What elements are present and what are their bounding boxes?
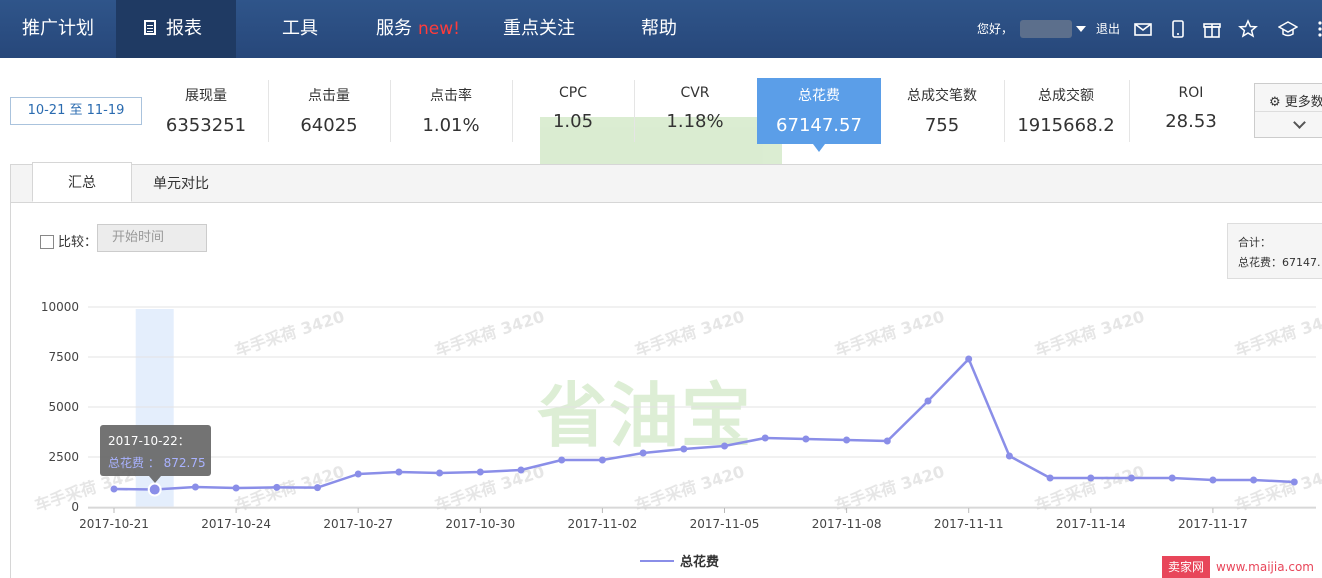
metric-value: 755: [924, 115, 960, 136]
tooltip-date: 2017-10-22：: [108, 434, 190, 448]
compare-label: 比较：: [58, 235, 98, 250]
compare-checkbox[interactable]: 比较：: [40, 231, 97, 250]
nav-label: 工具: [282, 18, 318, 39]
metric-label: ROI: [1178, 85, 1204, 101]
chevron-down-icon[interactable]: [1076, 26, 1086, 32]
nav-label: 推广计划: [22, 18, 94, 39]
new-badge: new!: [418, 19, 460, 39]
summary-total: 总花费：67147.: [1238, 256, 1321, 269]
metric-label: CPC: [559, 85, 587, 101]
gift-icon[interactable]: [1202, 19, 1222, 39]
summary-title: 合计：: [1238, 236, 1271, 249]
tab-summary[interactable]: 汇总: [32, 162, 132, 202]
metric-value: 6353251: [165, 115, 247, 136]
legend-label: 总花费: [680, 555, 720, 570]
metric-cpc[interactable]: CPC 1.05: [512, 78, 634, 144]
tooltip-value: 总花费 ： 872.75: [108, 456, 206, 470]
chart-legend[interactable]: 总花费: [640, 551, 719, 570]
chart-tooltip: 2017-10-22： 总花费 ： 872.75: [100, 425, 211, 476]
metric-value: 1.18%: [666, 111, 724, 132]
active-metric-pointer: [813, 144, 825, 152]
metric-ctr[interactable]: 点击率 1.01%: [390, 78, 512, 144]
username-redacted[interactable]: [1020, 20, 1072, 38]
metric-value: 64025: [300, 115, 358, 136]
metric-label: CVR: [680, 85, 710, 101]
watermark-brand: 省油宝: [537, 375, 753, 457]
logout-link[interactable]: 退出: [1096, 0, 1120, 58]
nav-label: 报表: [166, 18, 202, 39]
chevron-down-icon[interactable]: [1293, 116, 1306, 129]
metric-impressions[interactable]: 展现量 6353251: [145, 78, 267, 144]
metric-label: 总成交额: [1038, 88, 1094, 104]
nav-item-promotion-plan[interactable]: 推广计划: [22, 0, 94, 58]
metric-cvr[interactable]: CVR 1.18%: [634, 78, 756, 144]
star-icon[interactable]: [1238, 19, 1258, 39]
metric-value: 1.01%: [422, 115, 480, 136]
metric-total-orders[interactable]: 总成交笔数 755: [881, 78, 1003, 144]
site-badge: 卖家网 www.maijia.com: [1162, 556, 1322, 578]
document-icon: [144, 20, 156, 35]
nav-label: 服务: [376, 18, 412, 39]
nav-item-services[interactable]: 服务 new!: [376, 0, 460, 58]
checkbox[interactable]: [40, 235, 54, 249]
metric-label: 总成交笔数: [907, 88, 977, 104]
summary-box: 合计： 总花费：67147.: [1227, 223, 1322, 279]
nav-label: 帮助: [641, 18, 677, 39]
start-time-input[interactable]: 开始时间: [97, 224, 207, 252]
more-metrics-label: ⚙ 更多数: [1269, 95, 1322, 110]
metric-roi[interactable]: ROI 28.53: [1130, 78, 1252, 144]
metric-label: 总花费: [798, 88, 840, 104]
nav-item-reports[interactable]: 报表: [116, 0, 236, 58]
tab-unit-compare[interactable]: 单元对比: [136, 165, 226, 203]
site-badge-label: 卖家网: [1162, 556, 1210, 578]
metric-value: 67147.57: [776, 115, 862, 136]
greeting: 您好，: [977, 22, 1014, 36]
legend-swatch: [640, 560, 674, 562]
graduation-cap-icon[interactable]: [1278, 19, 1298, 39]
more-label-text: 更多数: [1284, 95, 1322, 110]
site-url: www.maijia.com: [1216, 560, 1314, 574]
tab-bar: 汇总 单元对比: [11, 162, 1322, 203]
divider: [1255, 111, 1322, 112]
more-metrics-button[interactable]: ⚙ 更多数: [1254, 83, 1322, 138]
metric-label: 点击率: [430, 88, 472, 104]
metric-value: 1915668.2: [1017, 115, 1115, 136]
tooltip-arrow: [149, 476, 161, 483]
metric-total-cost[interactable]: 总花费 67147.57: [757, 78, 881, 144]
metric-clicks[interactable]: 点击量 64025: [268, 78, 390, 144]
date-range-picker[interactable]: 10-21 至 11-19: [10, 97, 142, 125]
phone-icon[interactable]: [1168, 19, 1188, 39]
nav-label: 重点关注: [503, 18, 575, 39]
metric-label: 点击量: [308, 88, 350, 104]
top-nav: 推广计划 报表 工具 服务 new! 重点关注 帮助 您好， 退出: [0, 0, 1322, 58]
metric-value: 28.53: [1165, 111, 1217, 132]
nav-item-tools[interactable]: 工具: [282, 0, 318, 58]
nav-item-help[interactable]: 帮助: [641, 0, 677, 58]
metric-label: 展现量: [185, 88, 227, 104]
metric-total-revenue[interactable]: 总成交额 1915668.2: [1005, 78, 1127, 144]
mail-icon[interactable]: [1133, 19, 1153, 39]
nav-item-focus[interactable]: 重点关注: [503, 0, 575, 58]
more-icon[interactable]: [1310, 19, 1322, 39]
metric-value: 1.05: [552, 111, 594, 132]
